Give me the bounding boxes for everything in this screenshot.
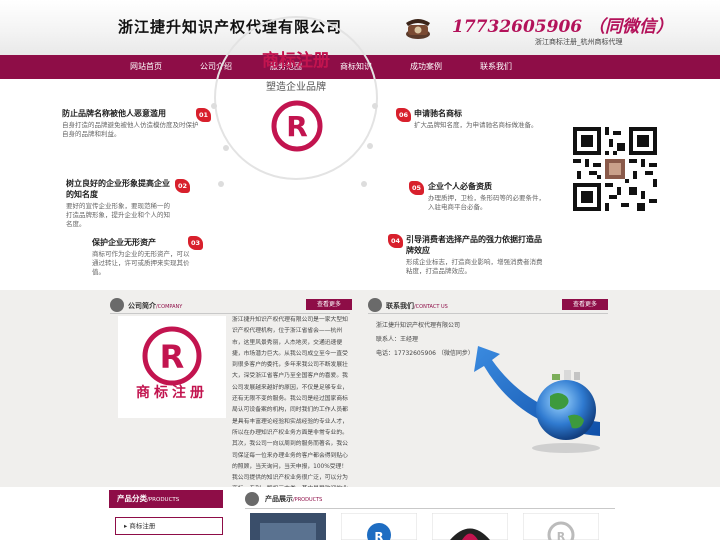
circle-dot	[211, 103, 217, 109]
feature-desc: 形成企业标志，打造商业影响，增强消费者消费粘度，打造品牌效应。	[406, 258, 543, 275]
feature-item: 保护企业无形资产 商标可作为企业的无形资产，可以通过转让，许可或质押来实现其价值…	[92, 237, 192, 277]
feature-title: 引导消费者选择产品的强力依据打造品牌效应	[406, 235, 542, 255]
product-thumbnail-registered-icon[interactable]: R	[341, 513, 417, 540]
svg-text:R: R	[374, 530, 383, 540]
banner-title: 商标注册	[262, 51, 330, 71]
divider	[110, 313, 350, 314]
contact-title-cn: 联系我们	[386, 302, 414, 310]
feature-title: 防止品牌名称被他人恶意滥用	[62, 109, 166, 118]
bullet-icon: ▸	[124, 522, 128, 530]
feature-title: 保护企业无形资产	[92, 238, 156, 247]
feature-desc: 办理质押，卫检，条形码等的必要条件，入驻电商平台必备。	[428, 194, 545, 211]
product-category-title-en: /PRODUCTS	[147, 497, 180, 503]
feature-item: 防止品牌名称被他人恶意滥用 自身打造的品牌避免被他人仿造模仿度及时保护自身的品牌…	[62, 108, 202, 139]
wechat-qr-code	[573, 127, 657, 211]
about-more-button[interactable]: 查看更多	[306, 299, 352, 310]
product-showcase-title-en: /PRODUCTS	[293, 497, 323, 503]
product-thumbnail-trademark-banner[interactable]	[250, 513, 326, 540]
feature-title: 申请驰名商标	[414, 109, 462, 118]
feature-number-badge: 05	[409, 181, 424, 195]
svg-text:R: R	[286, 110, 308, 143]
location-pin-icon	[110, 298, 124, 312]
feature-number-badge: 06	[396, 108, 411, 122]
contact-more-button[interactable]: 查看更多	[562, 299, 608, 310]
product-category-item[interactable]: ▸ 商标注册	[115, 517, 223, 535]
globe-arrow-image	[474, 346, 600, 453]
feature-number-badge: 04	[388, 234, 403, 248]
feature-desc: 商标可作为企业的无形资产，可以通过转让，许可或质押来实现其价值。	[92, 250, 190, 276]
feature-title: 树立良好的企业形象提高企业的知名度	[66, 179, 170, 199]
feature-title: 企业个人必备资质	[428, 182, 492, 191]
feature-desc: 要好的宣传企业形象，要现范稀一的打造品牌形象，提升企业和个人的知名度。	[66, 202, 170, 228]
about-title-en: /COMPANY	[156, 304, 183, 310]
contact-details: 浙江捷升知识产权代理有限公司 联系人：王经理 电话：17732605906 （微…	[376, 319, 474, 361]
product-thumbnail-umbrella[interactable]	[432, 513, 508, 540]
product-category-label: 商标注册	[129, 522, 156, 530]
grid-icon	[245, 492, 259, 506]
circle-dot	[223, 145, 229, 151]
feature-desc: 扩大品牌知名度，为申请驰名商标做准备。	[414, 121, 538, 129]
feature-item: 企业个人必备资质 办理质押，卫检，条形码等的必要条件，入驻电商平台必备。	[428, 181, 548, 212]
header-tagline: 浙江商标注册_杭州商标代理	[535, 38, 623, 46]
feature-item: 树立良好的企业形象提高企业的知名度 要好的宣传企业形象，要现范稀一的打造品牌形象…	[66, 178, 176, 229]
feature-number-badge: 03	[188, 236, 203, 250]
feature-desc: 自身打造的品牌避免被他人仿造模仿度及时保护自身的品牌和利益。	[62, 121, 199, 138]
circle-dot	[361, 181, 367, 187]
feature-item: 引导消费者选择产品的强力依据打造品牌效应 形成企业标志，打造商业影响，增强消费者…	[406, 234, 546, 276]
svg-text:R: R	[557, 530, 566, 540]
circle-dot	[372, 103, 378, 109]
nav-item-home[interactable]: 网站首页	[116, 55, 176, 79]
feature-number-badge: 02	[175, 179, 190, 193]
contact-title-en: /CONTACT US	[414, 304, 448, 310]
contact-title: 联系我们/CONTACT US	[386, 301, 448, 311]
banner-subtitle: 塑造企业品牌	[266, 82, 326, 93]
about-title: 公司简介/COMPANY	[128, 301, 182, 311]
nav-item-contact[interactable]: 联系我们	[466, 55, 526, 79]
contact-person: 联系人：王经理	[376, 336, 419, 343]
product-showcase-header: 产品展示/PRODUCTS	[233, 490, 613, 508]
product-thumbnail-registered-circle[interactable]: R	[523, 513, 599, 540]
registered-trademark-icon: R	[271, 100, 323, 152]
circle-dot	[367, 143, 373, 149]
product-showcase-title-cn: 产品展示	[265, 495, 293, 503]
product-showcase-title: 产品展示/PRODUCTS	[265, 494, 322, 504]
feature-item: 申请驰名商标 扩大品牌知名度，为申请驰名商标做准备。	[414, 108, 554, 130]
divider	[368, 313, 608, 314]
phone-number: 17732605906 （同微信）	[452, 17, 674, 37]
divider	[245, 508, 615, 509]
feature-number-badge: 01	[196, 108, 211, 122]
nav-item-cases[interactable]: 成功案例	[396, 55, 456, 79]
about-title-cn: 公司简介	[128, 302, 156, 310]
contact-phone: 电话：17732605906 （微信同步）	[376, 350, 474, 357]
telephone-icon	[406, 19, 430, 39]
phone-circle-icon	[368, 298, 382, 312]
circle-dot	[218, 181, 224, 187]
product-category-header: 产品分类/PRODUCTS	[109, 490, 223, 508]
product-category-title: 产品分类	[117, 494, 147, 503]
banner-circle	[214, 16, 378, 180]
contact-company: 浙江捷升知识产权代理有限公司	[376, 322, 461, 329]
